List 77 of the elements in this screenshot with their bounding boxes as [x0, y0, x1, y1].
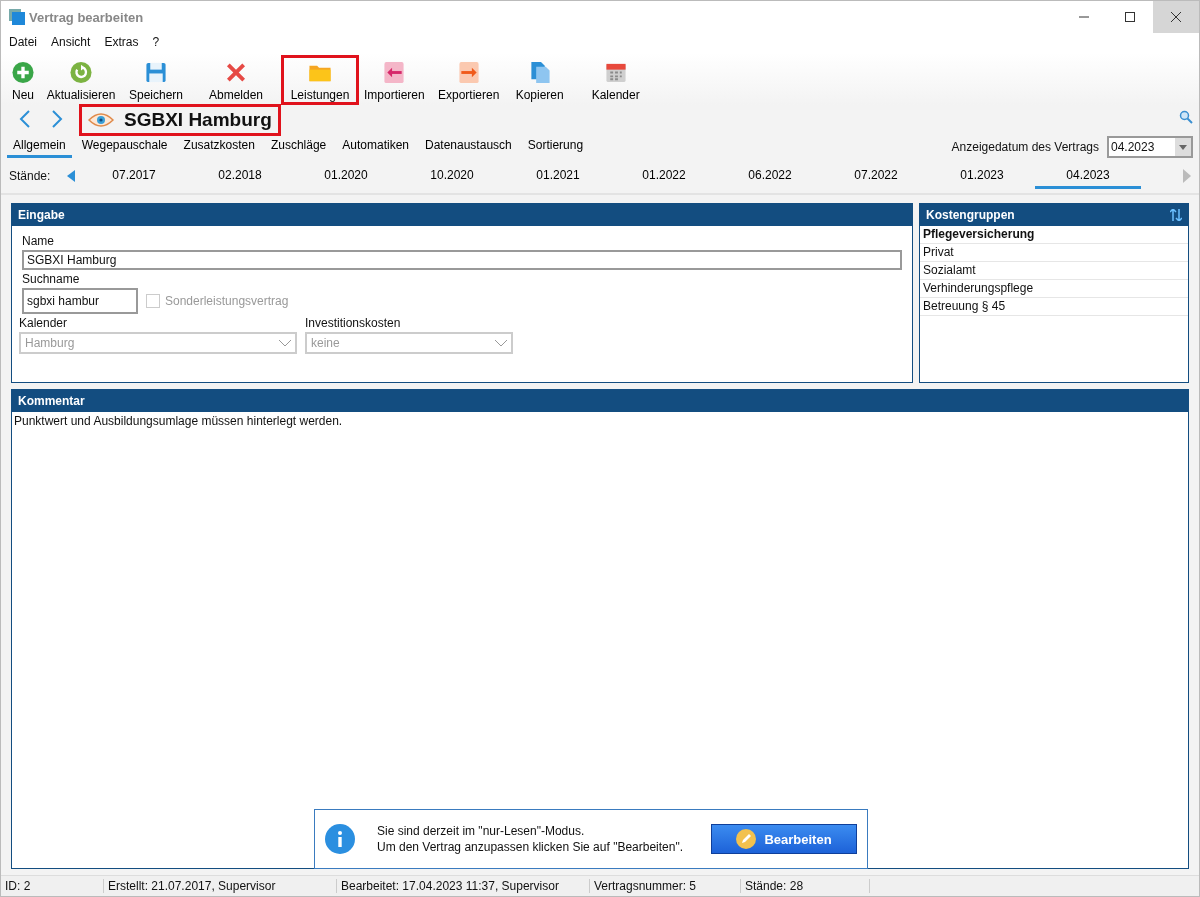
versions-label: Stände: — [9, 169, 52, 183]
maximize-icon — [1125, 12, 1135, 22]
list-item[interactable]: Privat — [920, 244, 1188, 262]
toolbar-button[interactable]: Kopieren — [507, 55, 572, 105]
list-item[interactable]: Sozialamt — [920, 262, 1188, 280]
toolbar-button[interactable]: Speichern — [121, 55, 191, 105]
record-title: SGBXI Hamburg — [124, 109, 272, 131]
status-text: Stände: 28 — [741, 879, 870, 893]
window-title: Vertrag bearbeiten — [29, 9, 145, 25]
checkbox-label: Sonderleistungsvertrag — [165, 294, 289, 308]
version-tab[interactable]: 10.2020 — [399, 163, 505, 189]
status-text: ID: 2 — [1, 879, 104, 893]
eye-icon — [88, 112, 114, 128]
version-tab[interactable]: 07.2017 — [81, 163, 187, 189]
toolbar-button[interactable]: Exportieren — [429, 55, 508, 105]
tab[interactable]: Zusatzkosten — [177, 136, 261, 158]
list-item[interactable]: Betreuung § 45 — [920, 298, 1188, 316]
menu-item[interactable]: Ansicht — [51, 35, 91, 51]
search-icon[interactable] — [1179, 110, 1193, 124]
status-text: Erstellt: 21.07.2017, Supervisor — [104, 879, 337, 893]
toolbar-button[interactable]: Aktualisieren — [41, 55, 121, 105]
toolbar-button[interactable]: Kalender — [571, 55, 660, 105]
panel-title: Kostengruppen — [926, 208, 1016, 222]
version-tab[interactable]: 04.2023 — [1035, 163, 1141, 189]
list-item[interactable]: Verhinderungspflege — [920, 280, 1188, 298]
version-tab[interactable]: 01.2023 — [929, 163, 1035, 189]
app-icon — [9, 9, 25, 25]
tab[interactable]: Allgemein — [7, 136, 72, 158]
version-tab[interactable]: 01.2021 — [505, 163, 611, 189]
chevron-right-icon — [51, 108, 63, 129]
field-label: Name — [22, 234, 55, 248]
pencil-icon — [736, 829, 757, 849]
display-date-dropdown[interactable]: 04.2023 — [1107, 136, 1193, 158]
status-text: Bearbeitet: 17.04.2023 11:37, Supervisor — [337, 879, 590, 893]
chevron-down-icon — [279, 339, 291, 347]
sort-icon[interactable] — [1170, 209, 1182, 221]
scroll-right-icon[interactable] — [1183, 169, 1191, 183]
tab[interactable]: Sortierung — [521, 136, 590, 158]
tab[interactable]: Datenaustausch — [419, 136, 518, 158]
list-item[interactable]: Pflegeversicherung — [920, 226, 1188, 244]
close-icon — [1171, 12, 1181, 22]
chevron-down-icon — [495, 339, 507, 347]
status-text: Vertragsnummer: 5 — [590, 879, 741, 893]
scroll-left-icon[interactable] — [67, 170, 75, 182]
notice-text: Um den Vertrag anzupassen klicken Sie auf "Bearbeiten". — [377, 839, 685, 855]
menu-item[interactable]: Datei — [9, 35, 37, 51]
toolbar-button[interactable]: Neu — [5, 55, 41, 105]
menu-item[interactable]: Extras — [104, 35, 139, 51]
toolbar-button[interactable]: Importieren — [359, 55, 430, 105]
searchname-field[interactable]: sgbxi hambur — [22, 288, 138, 314]
name-field[interactable]: SGBXI Hamburg — [22, 250, 902, 270]
version-tab[interactable]: 01.2022 — [611, 163, 717, 189]
field-label: Investitionskosten — [305, 316, 402, 330]
dropdown-arrow-icon — [1179, 144, 1187, 150]
version-tab[interactable]: 02.2018 — [187, 163, 293, 189]
chevron-left-icon — [19, 108, 31, 129]
menu-item[interactable]: ? — [152, 35, 160, 51]
add-icon — [10, 61, 36, 84]
notice-text: Sie sind derzeit im "nur-Lesen"-Modus. — [377, 823, 586, 839]
version-tab[interactable]: 07.2022 — [823, 163, 929, 189]
tab[interactable]: Automatiken — [336, 136, 415, 158]
panel-title: Eingabe — [18, 208, 66, 222]
toolbar-button[interactable]: Abmelden — [191, 55, 281, 105]
display-date-label: Anzeigedatum des Vertrags — [951, 140, 1099, 154]
field-label: Suchname — [22, 272, 81, 286]
refresh-icon — [68, 61, 94, 84]
info-icon — [325, 824, 355, 854]
tab[interactable]: Wegepauschale — [75, 136, 174, 158]
toolbar-button[interactable]: Leistungen — [281, 55, 359, 105]
field-label: Kalender — [19, 316, 69, 330]
panel-title: Kommentar — [18, 394, 86, 408]
edit-button[interactable]: Bearbeiten — [711, 824, 857, 854]
comment-text: Punktwert und Ausbildungsumlage müssen hinterlegt werden. — [14, 414, 343, 428]
version-tab[interactable]: 06.2022 — [717, 163, 823, 189]
save-icon — [143, 61, 169, 84]
tab[interactable]: Zuschläge — [264, 136, 333, 158]
version-tab[interactable]: 01.2020 — [293, 163, 399, 189]
